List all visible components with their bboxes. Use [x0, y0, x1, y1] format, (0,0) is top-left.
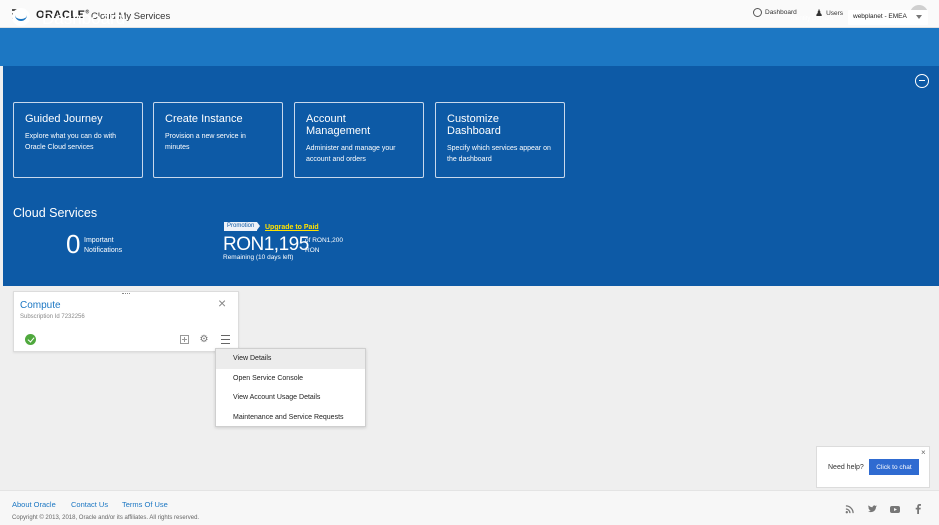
card-description: Provision a new service in minutes: [165, 133, 246, 151]
compute-title[interactable]: Compute: [20, 300, 61, 311]
menu-item-maintenance-requests[interactable]: Maintenance and Service Requests: [216, 408, 365, 428]
total-credit: of RON1,200 RON: [305, 236, 343, 256]
identity-domain-value: webplanet - EMEA: [853, 13, 907, 20]
menu-item-view-account-usage[interactable]: View Account Usage Details: [216, 388, 365, 408]
card-account-management[interactable]: Account Management Administer and manage…: [294, 102, 424, 178]
identity-domain-select[interactable]: webplanet - EMEA: [848, 10, 928, 25]
card-title: Customize Dashboard: [447, 113, 501, 137]
upgrade-to-paid-link[interactable]: Upgrade to Paid: [265, 224, 319, 231]
compute-context-menu: View Details Open Service Console View A…: [215, 348, 366, 427]
cloud-services-logo-icon: [12, 8, 30, 26]
close-icon[interactable]: ×: [218, 295, 226, 311]
notifications-label-line2: Notifications: [84, 247, 123, 254]
footer-link-terms[interactable]: Terms Of Use: [122, 500, 168, 509]
card-description: Explore what you can do with Oracle Clou…: [25, 133, 117, 151]
twitter-icon[interactable]: [867, 504, 877, 514]
dashboard-icon: [753, 8, 762, 17]
notifications-count[interactable]: 0: [66, 229, 80, 260]
need-help-label: Need help?: [828, 464, 864, 471]
facebook-icon[interactable]: [913, 504, 923, 514]
action-menu-icon[interactable]: [219, 333, 231, 345]
dashboard-header: [0, 28, 939, 66]
copyright-text: Copyright © 2013, 2018, Oracle and/or it…: [12, 515, 200, 521]
subscription-id: Subscription Id 7232256: [20, 314, 85, 320]
compute-service-card: Compute Subscription Id 7232256 × ⚙: [13, 291, 239, 352]
menu-item-view-details[interactable]: View Details: [216, 349, 365, 369]
total-credit-line1: of RON1,200: [305, 237, 343, 244]
promotion-badge: Promotion: [224, 222, 261, 231]
chat-widget: × Need help? Click to chat: [816, 446, 930, 488]
footer-link-about[interactable]: About Oracle: [12, 500, 56, 509]
expand-icon[interactable]: [178, 333, 190, 345]
identity-domain-label: Identity Domain: [791, 16, 833, 22]
collapse-panel-icon[interactable]: [915, 74, 929, 88]
card-title: Guided Journey: [25, 113, 103, 125]
menu-item-open-service-console[interactable]: Open Service Console: [216, 369, 365, 389]
notifications-label: Important Notifications: [84, 236, 122, 256]
close-icon[interactable]: ×: [921, 448, 926, 457]
status-ok-icon: [25, 334, 36, 345]
card-title: Create Instance: [165, 113, 243, 125]
notifications-label-line1: Important: [84, 237, 114, 244]
youtube-icon[interactable]: [890, 504, 900, 514]
card-customize-dashboard[interactable]: Customize Dashboard Specify which servic…: [435, 102, 565, 178]
click-to-chat-button[interactable]: Click to chat: [869, 459, 919, 475]
cloud-services-title: Cloud Services: [13, 206, 98, 220]
card-guided-journey[interactable]: Guided Journey Explore what you can do w…: [13, 102, 143, 178]
chevron-down-icon: [916, 15, 922, 19]
card-title: Account Management: [306, 113, 371, 137]
drag-handle-icon[interactable]: [122, 293, 130, 295]
footer-link-contact[interactable]: Contact Us: [71, 500, 108, 509]
card-description: Administer and manage your account and o…: [306, 145, 396, 163]
card-description: Specify which services appear on the das…: [447, 145, 551, 163]
total-credit-line2: RON: [305, 247, 320, 254]
rss-icon[interactable]: [844, 504, 854, 514]
page-title: Dashboard: [42, 9, 126, 28]
remaining-days: Remaining (10 days left): [223, 254, 294, 261]
nav-dashboard-label: Dashboard: [765, 9, 797, 16]
card-create-instance[interactable]: Create Instance Provision a new service …: [153, 102, 283, 178]
gear-icon[interactable]: ⚙: [198, 333, 210, 345]
remaining-credit-amount: RON1,195: [223, 234, 309, 255]
